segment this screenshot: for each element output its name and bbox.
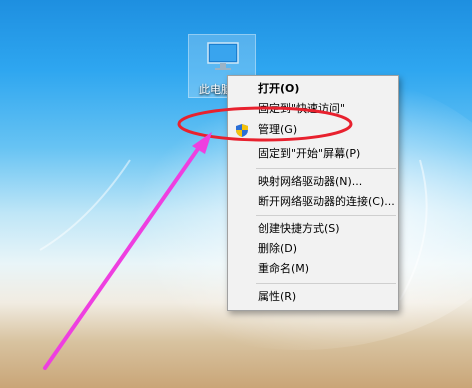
uac-shield-icon [236, 124, 248, 137]
menu-item-disconnect-network-drive[interactable]: 断开网络驱动器的连接(C)... [228, 193, 398, 211]
menu-item-manage[interactable]: 管理(G) [228, 121, 398, 139]
monitor-icon [207, 42, 239, 70]
menu-item-open[interactable]: 打开(O) [228, 80, 398, 98]
pointer-arrow [43, 132, 212, 370]
menu-item-properties[interactable]: 属性(R) [228, 288, 398, 306]
menu-item-create-shortcut[interactable]: 创建快捷方式(S) [228, 220, 398, 238]
menu-item-pin-quick-access[interactable]: 固定到"快速访问" [228, 100, 398, 118]
menu-separator [256, 168, 396, 169]
menu-item-map-network-drive[interactable]: 映射网络驱动器(N)... [228, 173, 398, 191]
menu-separator [256, 283, 396, 284]
menu-item-rename[interactable]: 重命名(M) [228, 260, 398, 278]
context-menu: 打开(O) 固定到"快速访问" 管理(G) 固定到"开始"屏幕(P) 映射网络驱… [227, 75, 399, 311]
menu-item-delete[interactable]: 删除(D) [228, 240, 398, 258]
menu-item-pin-start[interactable]: 固定到"开始"屏幕(P) [228, 145, 398, 163]
menu-separator [256, 215, 396, 216]
menu-item-manage-label: 管理(G) [258, 123, 298, 136]
